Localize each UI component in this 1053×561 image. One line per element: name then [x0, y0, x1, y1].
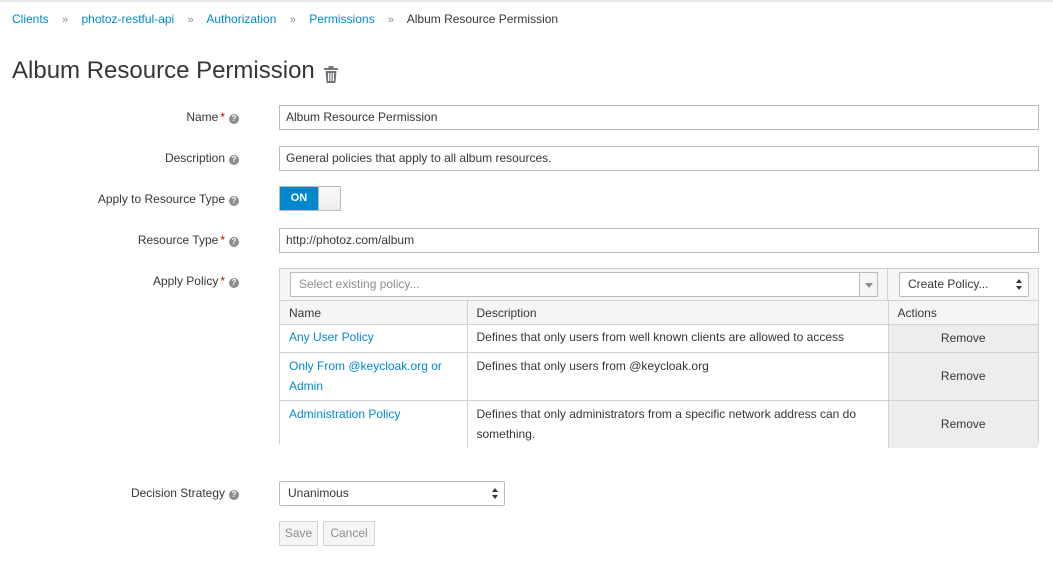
breadcrumb-clients[interactable]: Clients — [12, 12, 49, 26]
policy-description-cell: Defines that only users from well known … — [467, 324, 889, 353]
column-header-description: Description — [467, 300, 889, 325]
policy-name-cell: Any User Policy — [280, 324, 468, 353]
help-icon[interactable]: ? — [229, 114, 239, 124]
column-header-name: Name — [280, 300, 468, 325]
table-row: Administration Policy Defines that only … — [280, 400, 1038, 448]
name-field[interactable]: Album Resource Permission — [279, 105, 1039, 130]
help-icon[interactable]: ? — [229, 196, 239, 206]
help-icon[interactable]: ? — [229, 237, 239, 247]
column-header-actions: Actions — [888, 300, 1038, 325]
name-label: Name *? — [186, 110, 239, 124]
policy-name-link[interactable]: Any User Policy — [289, 330, 374, 344]
policy-description-cell: Defines that only administrators from a … — [467, 400, 889, 448]
table-row: Any User Policy Defines that only users … — [280, 324, 1038, 353]
required-marker: * — [220, 274, 225, 288]
decision-strategy-label-text: Decision Strategy — [130, 486, 225, 500]
policy-name-cell: Administration Policy — [280, 400, 468, 448]
resource-type-label: Resource Type *? — [138, 233, 239, 247]
toggle-knob[interactable] — [318, 187, 340, 210]
description-label: Description? — [165, 151, 239, 165]
policies-table: Name Description Actions Any User Policy… — [280, 300, 1038, 448]
trash-icon[interactable] — [323, 63, 339, 83]
policy-name-link[interactable]: Administration Policy — [289, 407, 400, 421]
page-title: Album Resource Permission — [12, 57, 315, 84]
column-divider — [887, 269, 888, 300]
breadcrumb-separator: » — [289, 14, 296, 26]
decision-strategy-select[interactable]: Unanimous — [279, 481, 505, 506]
apply-policy-label: Apply Policy *? — [153, 274, 239, 288]
description-label-text: Description — [164, 151, 225, 165]
help-icon[interactable]: ? — [229, 155, 239, 165]
remove-button[interactable]: Remove — [888, 352, 1038, 401]
help-icon[interactable]: ? — [229, 278, 239, 288]
remove-button[interactable]: Remove — [888, 400, 1038, 448]
breadcrumb-client[interactable]: photoz-restful-api — [82, 12, 175, 26]
decision-strategy-value: Unanimous — [288, 486, 349, 500]
policy-name-link[interactable]: Only From @keycloak.org or Admin — [289, 359, 442, 393]
top-border — [0, 0, 1053, 2]
apply-resource-type-toggle[interactable]: ON — [279, 186, 341, 211]
breadcrumb-current: Album Resource Permission — [406, 12, 559, 26]
resource-type-field[interactable]: http://photoz.com/album — [279, 228, 1039, 253]
create-policy-label: Create Policy... — [908, 277, 989, 291]
toggle-on-label: ON — [280, 187, 318, 210]
breadcrumb-authorization[interactable]: Authorization — [206, 12, 276, 26]
apply-policy-panel: Select existing policy... Create Policy.… — [279, 268, 1039, 448]
required-marker: * — [220, 233, 225, 247]
select-existing-policy-placeholder: Select existing policy... — [299, 277, 420, 291]
decision-strategy-label: Decision Strategy? — [131, 486, 239, 500]
apply-policy-label-text: Apply Policy — [152, 274, 219, 288]
help-icon[interactable]: ? — [229, 490, 239, 500]
policy-name-cell: Only From @keycloak.org or Admin — [280, 352, 468, 401]
select-existing-policy[interactable]: Select existing policy... — [290, 272, 878, 297]
resource-type-label-text: Resource Type — [137, 233, 219, 247]
breadcrumb-separator: » — [387, 14, 395, 26]
breadcrumb-separator: » — [62, 14, 69, 26]
name-label-text: Name — [186, 110, 219, 124]
cancel-button[interactable]: Cancel — [323, 521, 375, 546]
apply-resource-type-label: Apply to Resource Type? — [98, 192, 239, 206]
breadcrumb-permissions[interactable]: Permissions — [309, 12, 374, 26]
description-field[interactable]: General policies that apply to all album… — [279, 146, 1039, 171]
remove-button[interactable]: Remove — [888, 324, 1038, 353]
breadcrumb-separator: » — [187, 14, 194, 26]
apply-resource-type-label-text: Apply to Resource Type — [97, 192, 225, 206]
save-button[interactable]: Save — [279, 521, 318, 546]
page-title-row: Album Resource Permission — [12, 57, 339, 85]
policy-description-cell: Defines that only users from @keycloak.o… — [467, 352, 889, 401]
table-header-row: Name Description Actions — [280, 300, 1038, 325]
select-arrows-icon — [492, 488, 498, 500]
table-row: Only From @keycloak.org or Admin Defines… — [280, 352, 1038, 401]
required-marker: * — [220, 110, 225, 124]
create-policy-select[interactable]: Create Policy... — [899, 272, 1029, 297]
select-arrows-icon — [1016, 279, 1022, 291]
chevron-down-icon[interactable] — [859, 273, 877, 296]
breadcrumb: Clients » photoz-restful-api » Authoriza… — [12, 12, 558, 26]
